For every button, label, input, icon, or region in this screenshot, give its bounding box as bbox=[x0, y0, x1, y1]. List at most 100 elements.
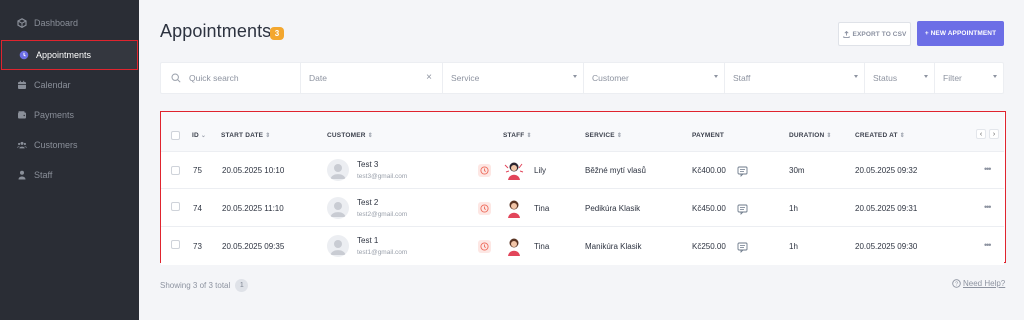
cell-payment: Kč250.00 bbox=[692, 242, 726, 251]
col-id-label: ID bbox=[192, 132, 199, 139]
cell-id: 74 bbox=[193, 204, 202, 213]
customer-name[interactable]: Test 1 bbox=[357, 236, 378, 245]
col-customer-label: CUSTOMER bbox=[327, 132, 366, 139]
date-filter[interactable]: Date × bbox=[301, 63, 443, 93]
sidebar-item-label: Payments bbox=[34, 110, 75, 120]
sidebar-item-staff[interactable]: Staff bbox=[0, 160, 139, 190]
select-all-checkbox[interactable] bbox=[171, 131, 180, 140]
customer-email: test1@gmail.com bbox=[357, 249, 408, 256]
sidebar-item-dashboard[interactable]: Dashboard bbox=[0, 8, 139, 38]
clock-icon bbox=[478, 202, 491, 215]
row-checkbox[interactable] bbox=[171, 240, 180, 249]
cell-start-date: 20.05.2025 10:10 bbox=[222, 166, 285, 175]
more-icon[interactable]: ••• bbox=[984, 240, 992, 250]
cell-service: Běžné mytí vlasů bbox=[585, 166, 646, 175]
chevron-down-icon bbox=[573, 75, 577, 78]
chevron-left-icon[interactable]: ‹ bbox=[976, 129, 986, 139]
sort-desc-icon: ⌄ bbox=[200, 133, 207, 139]
col-payment: PAYMENT bbox=[692, 132, 724, 139]
more-icon[interactable]: ••• bbox=[984, 202, 992, 212]
invoice-icon[interactable] bbox=[737, 164, 748, 182]
wallet-icon bbox=[17, 110, 27, 120]
col-staff-label: STAFF bbox=[503, 132, 525, 139]
filter-label: Filter bbox=[943, 73, 962, 83]
col-staff[interactable]: STAFF ⇕ bbox=[503, 132, 532, 139]
sidebar-item-customers[interactable]: Customers bbox=[0, 130, 139, 160]
clock-icon bbox=[478, 240, 491, 253]
filter-dropdown[interactable]: Filter bbox=[935, 63, 1003, 93]
col-duration-label: DURATION bbox=[789, 132, 825, 139]
export-label: EXPORT TO CSV bbox=[852, 30, 907, 38]
export-csv-button[interactable]: EXPORT TO CSV bbox=[838, 22, 911, 46]
customer-filter-label: Customer bbox=[592, 73, 629, 83]
user-icon bbox=[17, 170, 27, 180]
more-icon[interactable]: ••• bbox=[984, 164, 992, 174]
chevron-right-icon[interactable]: › bbox=[989, 129, 999, 139]
clear-icon[interactable]: × bbox=[426, 72, 432, 83]
sort-icon: ⇕ bbox=[526, 133, 532, 139]
page-badge[interactable]: 1 bbox=[235, 279, 249, 292]
sort-icon: ⇕ bbox=[265, 133, 271, 139]
main-content: Appointments 3 EXPORT TO CSV + NEW APPOI… bbox=[139, 0, 1024, 320]
customer-filter[interactable]: Customer bbox=[584, 63, 725, 93]
count-badge: 3 bbox=[270, 27, 284, 40]
staff-avatar bbox=[503, 197, 525, 219]
avatar bbox=[327, 235, 349, 257]
col-duration[interactable]: DURATION ⇕ bbox=[789, 132, 832, 139]
sort-icon: ⇕ bbox=[899, 133, 905, 139]
staff-filter[interactable]: Staff bbox=[725, 63, 865, 93]
search-placeholder: Quick search bbox=[189, 73, 239, 83]
invoice-icon[interactable] bbox=[737, 202, 748, 220]
cell-service: Manikúra Klasik bbox=[585, 242, 642, 251]
need-help-link[interactable]: ? Need Help? bbox=[952, 279, 1005, 288]
search-input[interactable]: Quick search bbox=[161, 63, 301, 93]
sort-icon: ⇕ bbox=[367, 133, 373, 139]
service-filter-label: Service bbox=[451, 73, 480, 83]
cell-duration: 1h bbox=[789, 242, 798, 251]
clock-icon bbox=[19, 50, 29, 60]
sort-icon: ⇕ bbox=[616, 133, 623, 139]
invoice-icon[interactable] bbox=[737, 240, 748, 258]
status-filter[interactable]: Status bbox=[865, 63, 935, 93]
cell-payment: Kč400.00 bbox=[692, 166, 726, 175]
service-filter[interactable]: Service bbox=[443, 63, 584, 93]
showing-text: Showing 3 of 3 total bbox=[160, 281, 231, 290]
calendar-icon bbox=[17, 80, 27, 90]
upload-icon bbox=[842, 30, 850, 38]
sidebar-item-calendar[interactable]: Calendar bbox=[0, 70, 139, 100]
new-appointment-label: + NEW APPOINTMENT bbox=[924, 30, 997, 37]
status-filter-label: Status bbox=[873, 73, 898, 83]
cell-duration: 1h bbox=[789, 204, 798, 213]
sidebar-item-label: Appointments bbox=[36, 50, 92, 60]
cell-created-at: 20.05.2025 09:32 bbox=[855, 166, 918, 175]
sidebar-item-label: Customers bbox=[34, 140, 78, 150]
row-checkbox[interactable] bbox=[171, 166, 180, 175]
sidebar: Dashboard Appointments Calendar Payments… bbox=[0, 0, 139, 320]
cell-start-date: 20.05.2025 11:10 bbox=[222, 204, 284, 213]
sidebar-item-payments[interactable]: Payments bbox=[0, 100, 139, 130]
table-row[interactable]: 75 20.05.2025 10:10 Test 3 test3@gmail.c… bbox=[161, 152, 1004, 189]
help-label: Need Help? bbox=[963, 279, 1006, 288]
row-checkbox[interactable] bbox=[171, 202, 180, 211]
sidebar-item-appointments[interactable]: Appointments bbox=[1, 40, 138, 70]
sort-icon: ⇕ bbox=[826, 133, 832, 139]
sidebar-item-label: Dashboard bbox=[34, 18, 79, 28]
col-created-at-label: CREATED AT bbox=[855, 132, 898, 139]
chevron-down-icon bbox=[714, 75, 718, 78]
col-start-date[interactable]: START DATE ⇕ bbox=[221, 132, 270, 139]
col-service[interactable]: SERVICE ⇕ bbox=[585, 132, 622, 139]
customer-name[interactable]: Test 2 bbox=[357, 198, 378, 207]
cell-created-at: 20.05.2025 09:31 bbox=[855, 204, 918, 213]
new-appointment-button[interactable]: + NEW APPOINTMENT bbox=[917, 21, 1004, 46]
table-row[interactable]: 74 20.05.2025 11:10 Test 2 test2@gmail.c… bbox=[161, 190, 1004, 227]
table-row[interactable]: 73 20.05.2025 09:35 Test 1 test1@gmail.c… bbox=[161, 228, 1004, 265]
col-created-at[interactable]: CREATED AT ⇕ bbox=[855, 132, 905, 139]
avatar bbox=[327, 159, 349, 181]
col-customer[interactable]: CUSTOMER ⇕ bbox=[327, 132, 373, 139]
staff-avatar bbox=[503, 235, 525, 257]
col-id[interactable]: ID ⌄ bbox=[192, 132, 206, 139]
cube-icon bbox=[17, 18, 27, 28]
users-icon bbox=[17, 140, 27, 150]
customer-name[interactable]: Test 3 bbox=[357, 160, 378, 169]
cell-id: 75 bbox=[193, 166, 202, 175]
